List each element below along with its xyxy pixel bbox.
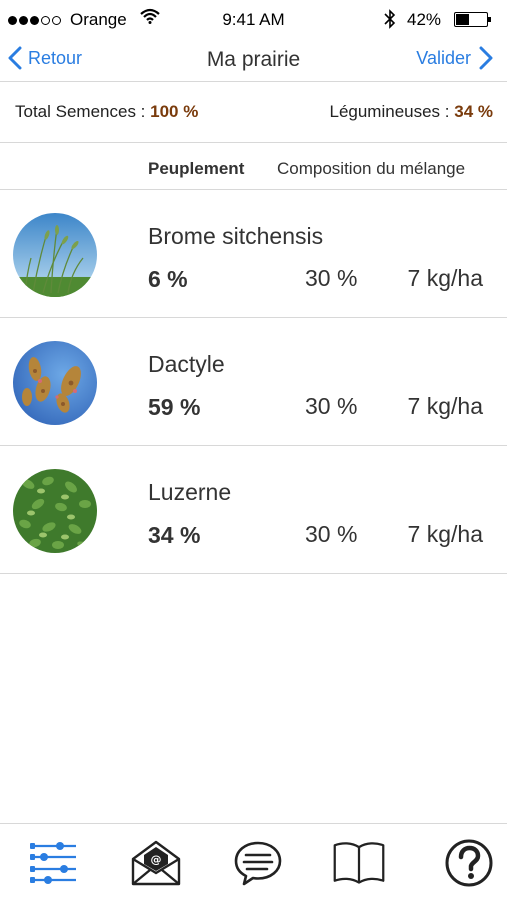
- species-row[interactable]: Dactyle 59 % 30 % 7 kg/ha: [0, 318, 507, 446]
- luzerne-photo: [13, 469, 97, 553]
- dactyle-photo: [13, 341, 97, 425]
- column-headers: Peuplement Composition du mélange: [0, 143, 507, 190]
- tab-bar: @: [0, 823, 507, 901]
- tab-guide[interactable]: [331, 836, 387, 890]
- validate-button[interactable]: Valider: [416, 46, 493, 70]
- legumes-total-label: Légumineuses :: [329, 102, 450, 121]
- svg-text:@: @: [151, 853, 162, 866]
- totals-bar: Total Semences : 100 % Légumineuses : 34…: [0, 82, 507, 143]
- tab-mail[interactable]: @: [128, 836, 184, 890]
- tab-settings[interactable]: [26, 836, 82, 890]
- battery-icon: [454, 12, 491, 27]
- species-composition[interactable]: 30 %: [305, 265, 357, 292]
- sliders-icon: [30, 842, 76, 884]
- legumes-total-value: 34 %: [454, 102, 493, 121]
- battery-percentage: 42%: [407, 10, 442, 29]
- species-dose[interactable]: 7 kg/ha: [408, 521, 483, 548]
- species-name: Brome sitchensis: [148, 223, 324, 249]
- species-composition[interactable]: 30 %: [305, 521, 357, 548]
- species-dose[interactable]: 7 kg/ha: [408, 265, 483, 292]
- seeds-total: Total Semences : 100 %: [15, 102, 198, 122]
- chat-icon: [234, 841, 282, 886]
- species-name: Dactyle: [148, 351, 225, 377]
- column-header-composition[interactable]: Composition du mélange: [277, 159, 465, 179]
- validate-button-label: Valider: [416, 47, 471, 68]
- navigation-bar: Retour Ma prairie Valider: [0, 40, 507, 82]
- species-row[interactable]: Luzerne 34 % 30 % 7 kg/ha: [0, 446, 507, 574]
- mail-icon: @: [131, 840, 181, 886]
- help-icon: [445, 839, 493, 887]
- species-peuplement: 34 %: [148, 522, 201, 548]
- species-composition[interactable]: 30 %: [305, 393, 357, 420]
- brome-photo: [13, 213, 97, 297]
- tab-comments[interactable]: [230, 836, 286, 890]
- species-peuplement: 59 %: [148, 394, 201, 420]
- seeds-total-label: Total Semences :: [15, 102, 146, 121]
- seeds-total-value: 100 %: [150, 102, 199, 121]
- book-icon: [333, 842, 385, 884]
- chevron-right-icon: [479, 46, 493, 70]
- species-name: Luzerne: [148, 479, 232, 505]
- legumes-total: Légumineuses : 34 %: [329, 102, 493, 122]
- species-row[interactable]: Brome sitchensis 6 % 30 % 7 kg/ha: [0, 190, 507, 318]
- battery-fill: [456, 14, 469, 25]
- tab-help[interactable]: [441, 836, 497, 890]
- column-header-peuplement[interactable]: Peuplement: [148, 159, 244, 179]
- species-dose[interactable]: 7 kg/ha: [408, 393, 483, 420]
- status-bar: Orange 9:41 AM 42%: [0, 0, 507, 40]
- species-peuplement: 6 %: [148, 266, 188, 292]
- bluetooth-icon: [384, 9, 396, 34]
